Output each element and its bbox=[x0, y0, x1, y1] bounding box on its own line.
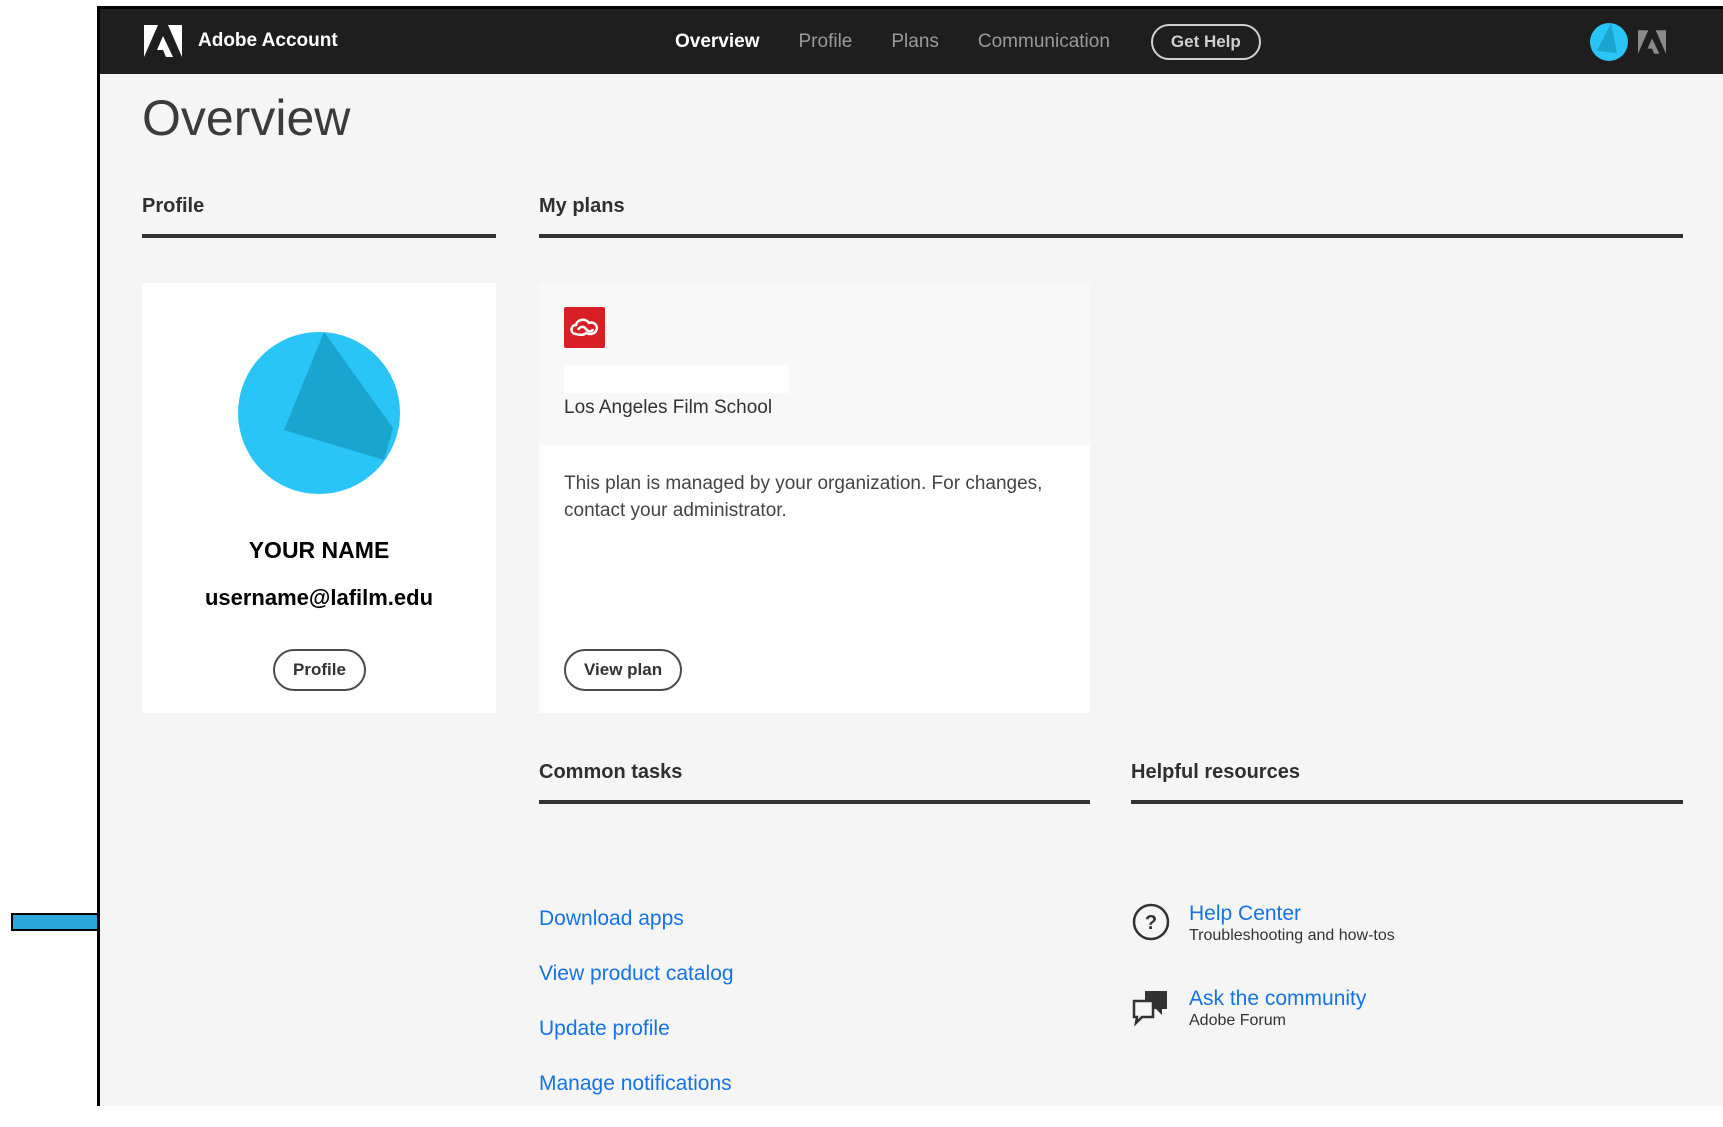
svg-text:?: ? bbox=[1145, 912, 1157, 934]
profile-avatar bbox=[238, 332, 400, 494]
profile-section-title: Profile bbox=[142, 195, 496, 238]
adobe-apps-icon[interactable] bbox=[1638, 30, 1666, 54]
community-resource[interactable]: Ask the community Adobe Forum bbox=[1131, 987, 1366, 1031]
chat-bubbles-icon bbox=[1132, 991, 1167, 1027]
top-navigation-bar: Adobe Account Overview Profile Plans Com… bbox=[100, 9, 1723, 74]
adobe-logo-icon bbox=[144, 25, 182, 57]
ask-community-link[interactable]: Ask the community bbox=[1189, 987, 1366, 1011]
account-controls bbox=[1590, 23, 1666, 61]
manage-notifications-link[interactable]: Manage notifications bbox=[539, 1072, 734, 1100]
nav-profile[interactable]: Profile bbox=[799, 31, 853, 53]
main-nav: Overview Profile Plans Communication Get… bbox=[675, 9, 1261, 74]
nav-plans[interactable]: Plans bbox=[891, 31, 939, 53]
help-center-resource[interactable]: ? Help Center Troubleshooting and how-to… bbox=[1131, 902, 1395, 946]
user-email: username@lafilm.edu bbox=[204, 585, 434, 610]
help-center-subtitle: Troubleshooting and how-tos bbox=[1189, 927, 1395, 944]
plan-card-header bbox=[539, 283, 1090, 445]
question-icon: ? bbox=[1132, 903, 1170, 941]
view-product-catalog-link[interactable]: View product catalog bbox=[539, 962, 734, 990]
plan-name-placeholder bbox=[564, 365, 789, 393]
plan-managed-note: This plan is managed by your organizatio… bbox=[564, 473, 1043, 521]
page-title: Overview bbox=[142, 90, 351, 146]
browser-window: Adobe Account Overview Profile Plans Com… bbox=[97, 6, 1723, 1106]
user-avatar-icon[interactable] bbox=[1590, 23, 1628, 61]
helpful-resources-title: Helpful resources bbox=[1131, 761, 1683, 804]
view-plan-button[interactable]: View plan bbox=[564, 649, 683, 691]
common-tasks-title: Common tasks bbox=[539, 761, 1090, 804]
plan-card: Los Angeles Film School This plan is man… bbox=[539, 283, 1090, 713]
creative-cloud-icon bbox=[564, 307, 605, 348]
update-profile-link[interactable]: Update profile bbox=[539, 1017, 734, 1045]
common-tasks-list: Download apps View product catalog Updat… bbox=[539, 907, 734, 1127]
brand[interactable]: Adobe Account bbox=[144, 25, 338, 57]
user-name: YOUR NAME bbox=[248, 537, 390, 563]
profile-button[interactable]: Profile bbox=[273, 649, 366, 691]
nav-communication[interactable]: Communication bbox=[978, 31, 1110, 53]
brand-title: Adobe Account bbox=[198, 30, 338, 51]
plan-organization: Los Angeles Film School bbox=[564, 397, 773, 418]
help-center-link[interactable]: Help Center bbox=[1189, 902, 1395, 926]
plans-section-title: My plans bbox=[539, 195, 1683, 238]
nav-overview[interactable]: Overview bbox=[675, 31, 760, 53]
download-apps-link[interactable]: Download apps bbox=[539, 907, 734, 935]
community-subtitle: Adobe Forum bbox=[1189, 1012, 1286, 1029]
get-help-button[interactable]: Get Help bbox=[1150, 23, 1261, 60]
profile-card: YOUR NAME username@lafilm.edu Profile bbox=[142, 283, 496, 713]
